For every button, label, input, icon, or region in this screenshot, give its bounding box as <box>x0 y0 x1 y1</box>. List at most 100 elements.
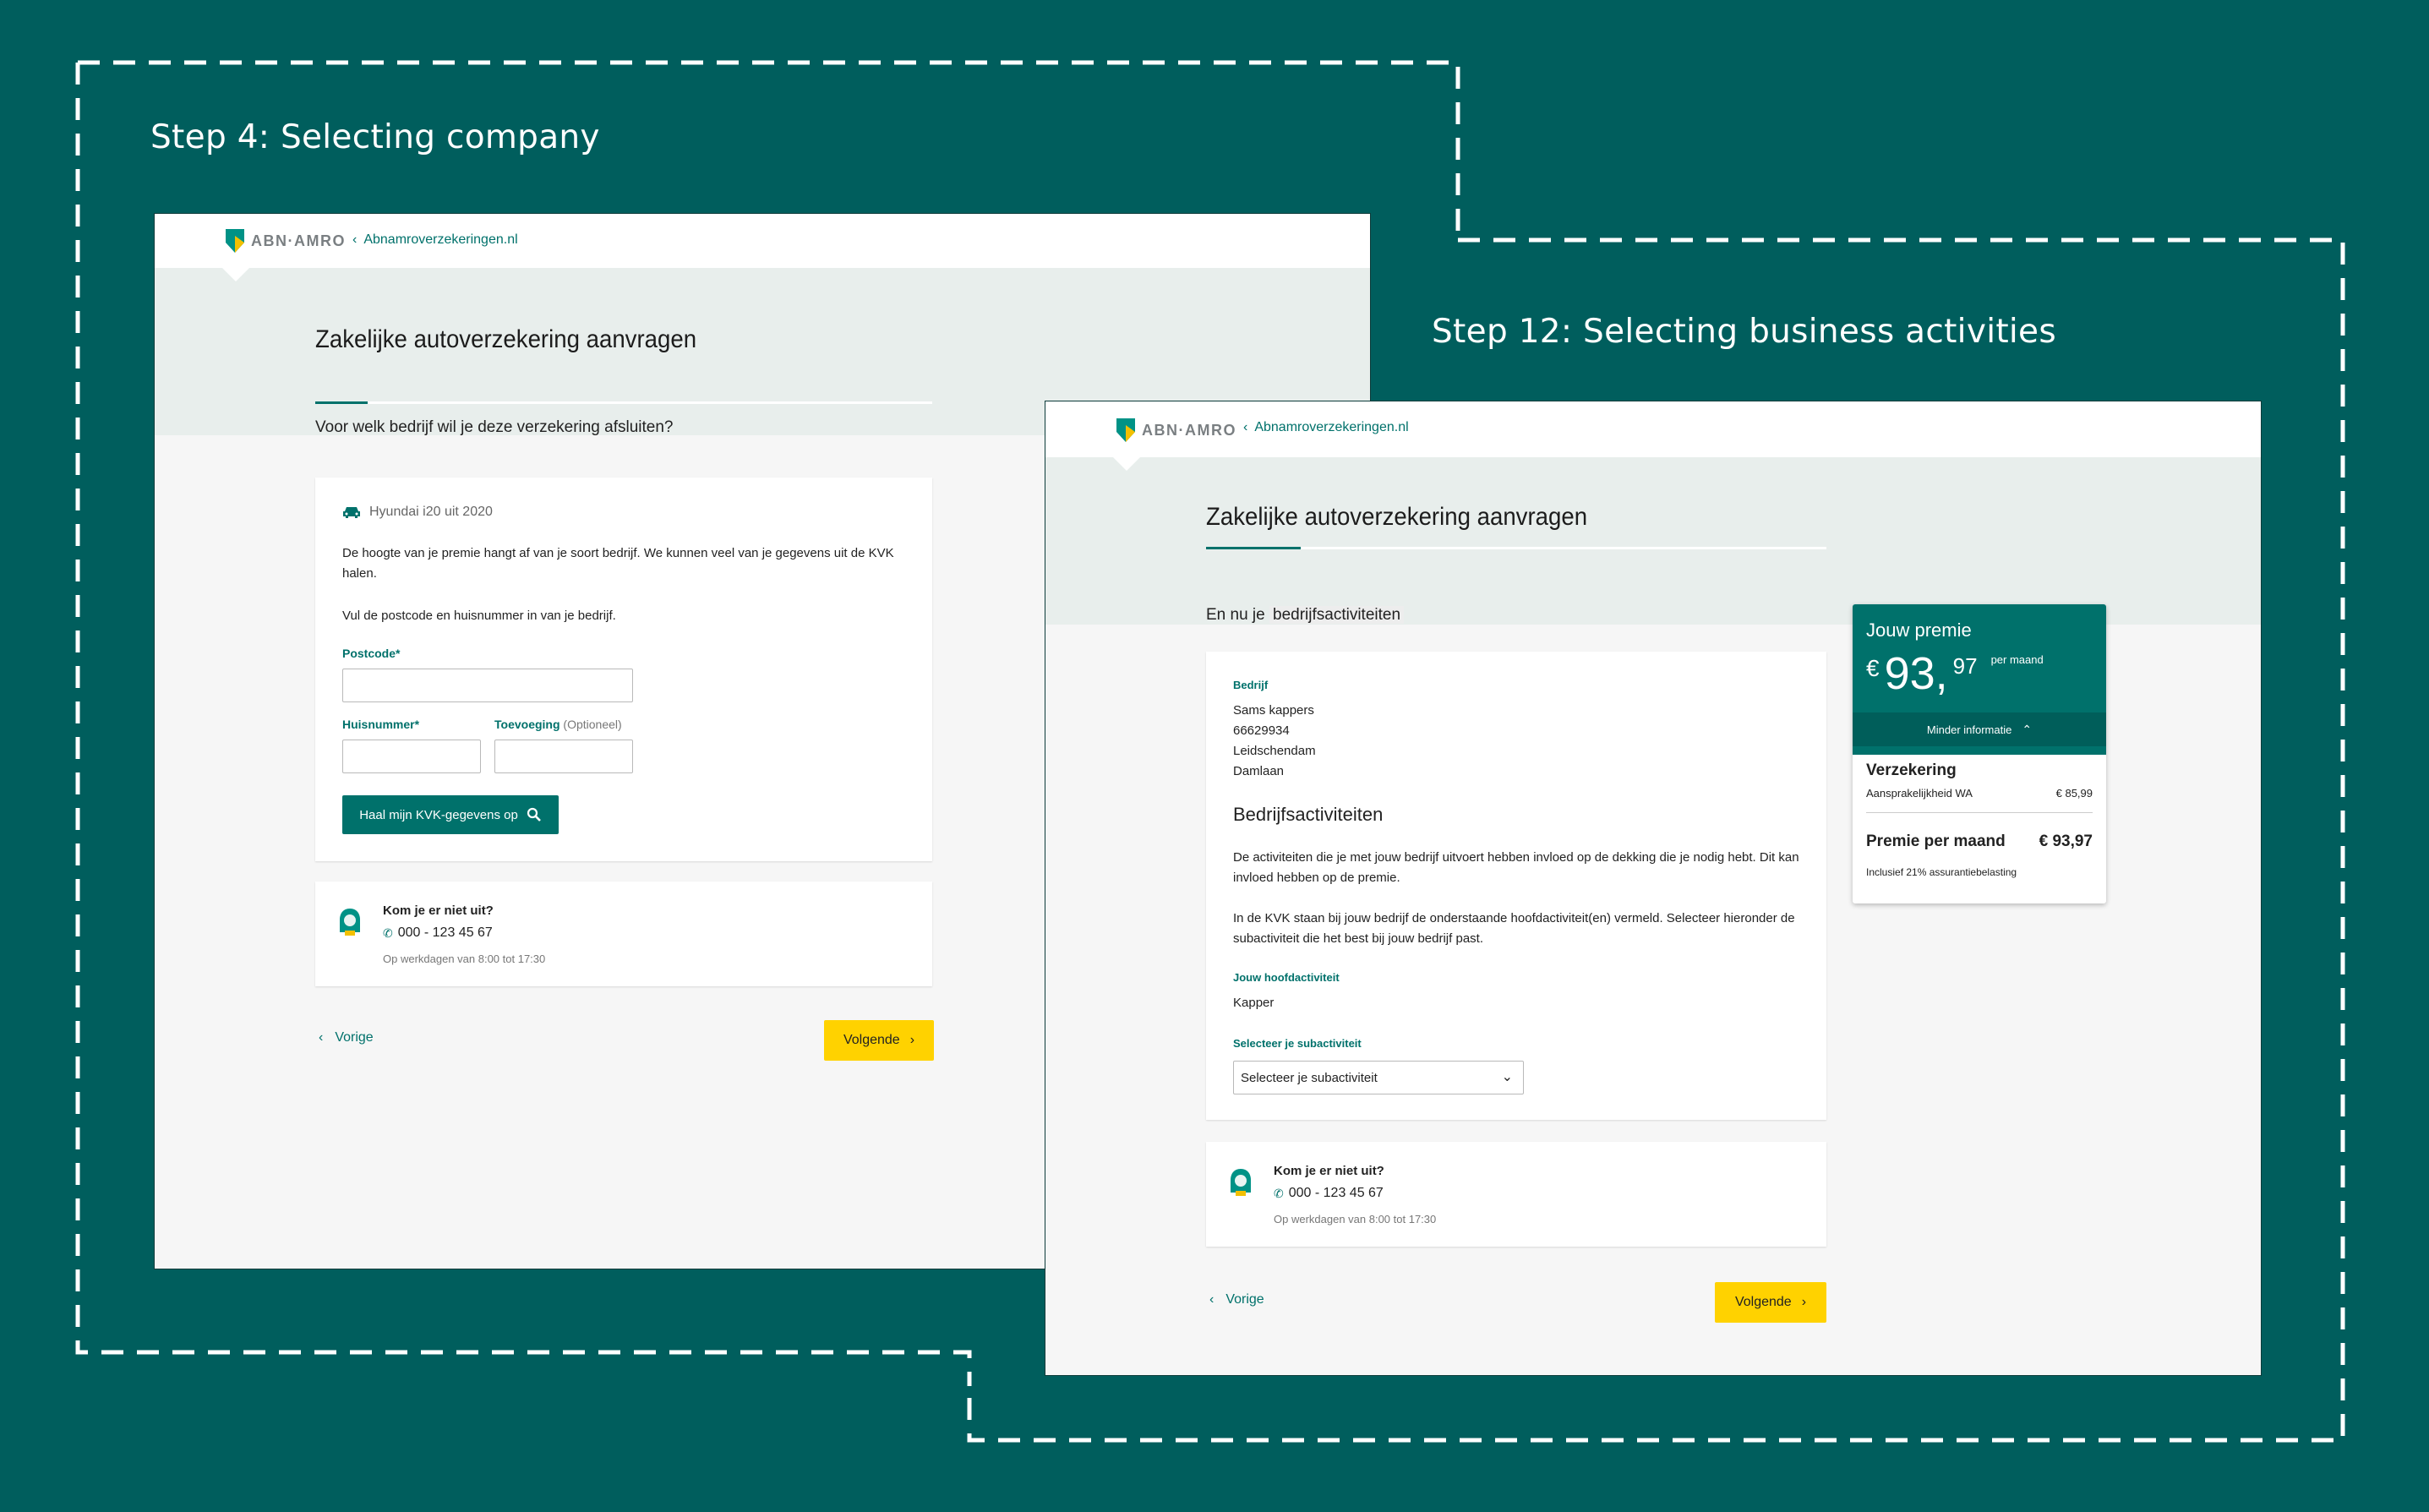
section-title: Bedrijfsactiviteiten <box>1233 804 1384 825</box>
subactivity-label: Selecteer je subactiviteit <box>1233 1037 1362 1050</box>
step12-title: Step 12: Selecting business activities <box>1432 313 2056 351</box>
instruction-text: Vul de postcode en huisnummer in van je … <box>342 609 616 623</box>
postcode-label: Postcode* <box>342 647 401 660</box>
back-link[interactable]: ‹ Abnamroverzekeringen.nl <box>352 232 518 248</box>
phone-number: 000 - 123 45 67 <box>1288 1186 1384 1200</box>
step12-screenshot: ABN·AMRO ‹ Abnamroverzekeringen.nl Zakel… <box>1045 401 2262 1376</box>
activities-card: Bedrijf Sams kappers 66629934 Leidschend… <box>1206 652 1826 1120</box>
postcode-input[interactable] <box>342 669 633 702</box>
toevoeging-label-text: Toevoeging <box>494 718 560 731</box>
toevoeging-label: Toevoeging (Optioneel) <box>494 718 622 731</box>
company-name: Sams kappers <box>1233 703 1314 718</box>
top-bar: ABN·AMRO ‹ Abnamroverzekeringen.nl <box>1045 401 2261 457</box>
help-title: Kom je er niet uit? <box>1274 1164 1384 1178</box>
abn-shield-icon <box>226 229 244 253</box>
next-label: Volgende <box>843 1033 900 1047</box>
back-link-label: Abnamroverzekeringen.nl <box>1254 420 1409 434</box>
top-bar: ABN·AMRO ‹ Abnamroverzekeringen.nl <box>155 214 1370 268</box>
help-card: Kom je er niet uit? ✆ 000 - 123 45 67 Op… <box>1206 1142 1826 1247</box>
header-notch <box>222 268 249 281</box>
search-icon <box>527 807 541 822</box>
vehicle-info: Hyundai i20 uit 2020 <box>342 505 493 520</box>
chevron-down-icon: ⌄ <box>1501 1070 1513 1084</box>
premium-per-month: per maand <box>1990 653 2044 666</box>
next-label: Volgende <box>1734 1295 1792 1309</box>
question-text: En nu je bedrijfsactiviteiten <box>1206 606 1405 625</box>
previous-button[interactable]: ‹ Vorige <box>319 1030 374 1045</box>
premium-summary: Jouw premie € 93, 97 per maand Minder in… <box>1853 604 2106 903</box>
premium-amount-main: 93, <box>1884 648 1948 699</box>
toevoeging-input[interactable] <box>494 740 633 773</box>
help-title: Kom je er niet uit? <box>383 903 494 918</box>
fetch-kvk-button[interactable]: Haal mijn KVK-gegevens op <box>342 795 559 834</box>
premium-amount-cents: 97 <box>1952 653 1978 679</box>
insurance-section-title: Verzekering <box>1866 761 1957 779</box>
progress-bar <box>1206 547 1826 549</box>
help-phone[interactable]: ✆ 000 - 123 45 67 <box>383 925 493 941</box>
premium-currency: € <box>1866 655 1880 681</box>
progress-bar <box>315 401 932 404</box>
previous-label: Vorige <box>335 1030 374 1045</box>
main-activity-value: Kapper <box>1233 996 1275 1010</box>
company-city: Leidschendam <box>1233 744 1316 758</box>
previous-button[interactable]: ‹ Vorige <box>1209 1292 1264 1307</box>
back-link[interactable]: ‹ Abnamroverzekeringen.nl <box>1243 420 1409 435</box>
subactivity-placeholder: Selecteer je subactiviteit <box>1241 1070 1378 1085</box>
insurance-item-label: Aansprakelijkheid WA <box>1866 787 1973 800</box>
brand-logo[interactable]: ABN·AMRO <box>1116 418 1236 442</box>
question-highlight: bedrijfsactiviteiten <box>1269 606 1405 624</box>
brand-logo[interactable]: ABN·AMRO <box>226 229 346 253</box>
chevron-left-icon: ‹ <box>319 1030 324 1045</box>
premium-divider <box>1866 812 2093 813</box>
support-agent-icon <box>340 909 360 936</box>
premium-total-label: Premie per maand <box>1866 832 2006 850</box>
previous-label: Vorige <box>1225 1292 1264 1307</box>
chevron-right-icon: › <box>1801 1295 1807 1309</box>
optional-tag: (Optioneel) <box>563 718 622 731</box>
phone-icon: ✆ <box>383 925 393 940</box>
progress-fill <box>1206 547 1301 549</box>
next-button[interactable]: Volgende › <box>1715 1282 1826 1323</box>
fetch-kvk-label: Haal mijn KVK-gegevens op <box>359 807 518 822</box>
premium-amount: € 93, 97 per maand <box>1866 650 2044 697</box>
premium-total-value: € 93,97 <box>2039 832 2093 850</box>
huisnummer-label: Huisnummer* <box>342 718 420 731</box>
main-activity-label: Jouw hoofdactiviteit <box>1233 971 1340 984</box>
premium-title: Jouw premie <box>1866 620 1972 641</box>
company-label: Bedrijf <box>1233 679 1269 691</box>
less-info-label: Minder informatie <box>1926 723 2012 736</box>
help-card: Kom je er niet uit? ✆ 000 - 123 45 67 Op… <box>315 882 932 986</box>
brand-name: ABN·AMRO <box>251 232 346 249</box>
brand-name: ABN·AMRO <box>1142 421 1236 439</box>
question-text: Voor welk bedrijf wil je deze verzekerin… <box>315 418 674 436</box>
progress-fill <box>315 401 368 404</box>
help-hours: Op werkdagen van 8:00 tot 17:30 <box>383 953 546 965</box>
phone-number: 000 - 123 45 67 <box>397 925 493 940</box>
chevron-up-icon: ⌃ <box>2022 722 2033 736</box>
step4-title: Step 4: Selecting company <box>150 118 600 156</box>
activities-instruction: In de KVK staan bij jouw bedrijf de onde… <box>1233 911 1795 946</box>
chevron-left-icon: ‹ <box>352 232 358 247</box>
help-phone[interactable]: ✆ 000 - 123 45 67 <box>1274 1186 1384 1201</box>
page-title: Zakelijke autoverzekering aanvragen <box>315 325 697 353</box>
chevron-left-icon: ‹ <box>1209 1292 1214 1307</box>
huisnummer-input[interactable] <box>342 740 481 773</box>
page-header: Zakelijke autoverzekering aanvragen <box>1045 457 2261 625</box>
company-number: 66629934 <box>1233 723 1290 738</box>
header-notch <box>1113 457 1140 471</box>
phone-icon: ✆ <box>1274 1186 1284 1200</box>
help-hours: Op werkdagen van 8:00 tot 17:30 <box>1274 1213 1437 1225</box>
premium-header: Jouw premie € 93, 97 per maand Minder in… <box>1853 604 2106 755</box>
next-button[interactable]: Volgende › <box>824 1020 934 1061</box>
company-form-card: Hyundai i20 uit 2020 De hoogte van je pr… <box>315 478 932 861</box>
car-icon <box>343 507 360 518</box>
abn-shield-icon <box>1116 418 1135 442</box>
subactivity-select[interactable]: Selecteer je subactiviteit ⌄ <box>1233 1061 1524 1094</box>
page-title: Zakelijke autoverzekering aanvragen <box>1206 503 1588 531</box>
chevron-left-icon: ‹ <box>1243 420 1248 434</box>
support-agent-icon <box>1231 1169 1251 1196</box>
company-street: Damlaan <box>1233 764 1285 778</box>
less-info-toggle[interactable]: Minder informatie ⌃ <box>1853 712 2106 746</box>
chevron-right-icon: › <box>909 1033 915 1047</box>
tax-note: Inclusief 21% assurantiebelasting <box>1866 866 2017 878</box>
